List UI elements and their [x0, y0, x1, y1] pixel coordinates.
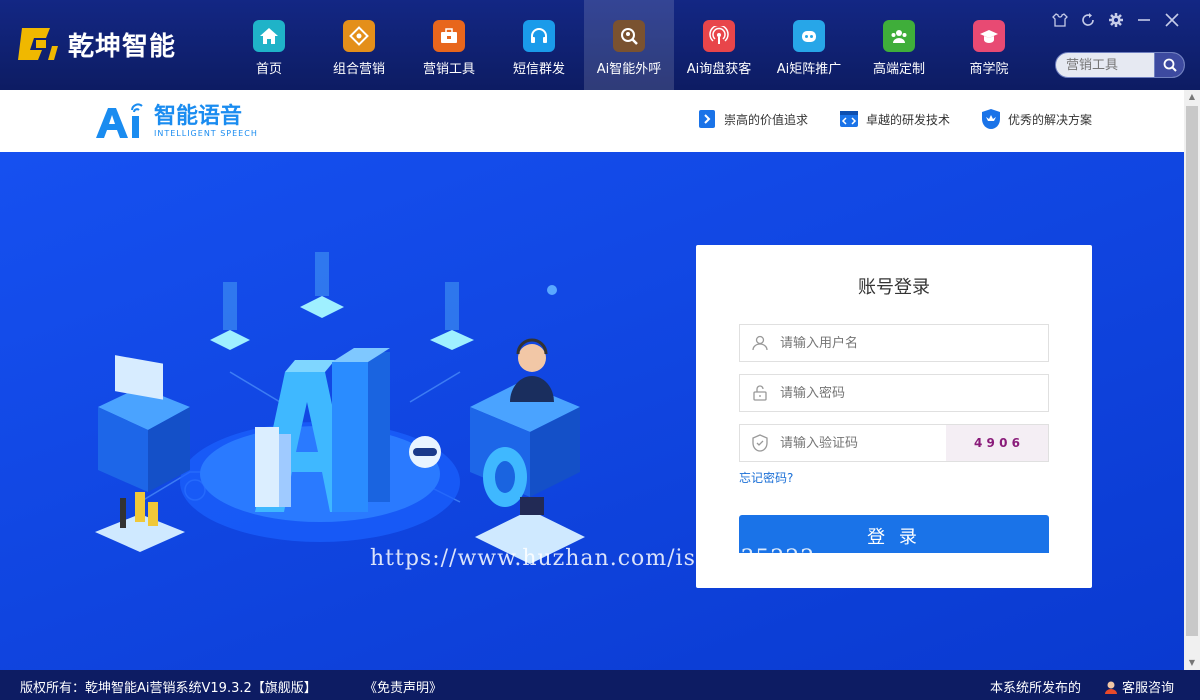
login-title: 账号登录: [858, 277, 930, 298]
status-bar: 版权所有：乾坤智能Ai营销系统V19.3.2【旗舰版】 《免责声明》 本系统所发…: [0, 670, 1200, 700]
feature-label: 卓越的研发技术: [865, 112, 950, 127]
ai-illustration: [95, 252, 585, 564]
feature-item: 崇高的价值追求: [696, 108, 808, 130]
nav-home[interactable]: 首页: [224, 0, 314, 90]
skin-icon[interactable]: [1052, 12, 1068, 28]
sub-header: 智能语音 INTELLIGENT SPEECH 崇高的价值追求 卓越的研发技术 …: [0, 90, 1184, 152]
shield-check-icon: [740, 434, 780, 452]
disclaimer-link[interactable]: 《免责声明》: [364, 677, 442, 696]
nav-label: Ai矩阵推广: [776, 62, 842, 77]
nav-label: 营销工具: [422, 62, 475, 77]
nav-label: Ai询盘获客: [686, 62, 752, 77]
ai-logo-icon: [96, 103, 143, 138]
login-panel: 账号登录 4 9 0 6 忘记密码? 登: [696, 245, 1092, 588]
logo-mark-icon: [16, 24, 60, 64]
service-avatar-icon: [1105, 681, 1117, 694]
feature-label: 优秀的解决方案: [1007, 112, 1092, 127]
username-field: [739, 324, 1049, 362]
nav-label: 短信群发: [512, 62, 565, 77]
settings-gear-icon[interactable]: [1108, 12, 1124, 28]
nav-label: 商学院: [969, 62, 1009, 77]
watermark-text: https://www.huzhan.com/ishop35222: [370, 546, 816, 571]
nav-label: 组合营销: [332, 62, 385, 77]
brand-title: 智能语音: [154, 103, 243, 129]
scroll-thumb[interactable]: [1186, 106, 1198, 636]
robot-icon: [793, 20, 825, 52]
app-window: 乾坤智能 首页 组合营销 营销工具 短信群发 Ai智能外呼 Ai询盘获客 Ai矩…: [0, 0, 1200, 700]
search-icon: [1163, 58, 1177, 72]
feature-label: 崇高的价值追求: [723, 112, 808, 127]
copyright-text: 版权所有：乾坤智能Ai营销系统V19.3.2【旗舰版】: [20, 681, 317, 696]
nav-label: 首页: [255, 62, 282, 77]
notice-text: 本系统所发布的: [990, 681, 1082, 696]
password-input[interactable]: [780, 385, 980, 401]
user-icon: [740, 334, 780, 352]
group-icon: [883, 20, 915, 52]
feature-item: 优秀的解决方案: [980, 108, 1092, 130]
scrollbar[interactable]: ▲ ▼: [1184, 90, 1200, 670]
nav-sms[interactable]: 短信群发: [494, 0, 584, 90]
scroll-up-arrow-icon[interactable]: ▲: [1184, 90, 1200, 104]
lock-icon: [740, 384, 780, 402]
service-label: 客服咨询: [1122, 681, 1175, 696]
nav-label: 高端定制: [872, 62, 925, 77]
service-consult-button[interactable]: 客服咨询: [1104, 677, 1174, 696]
nav-label: Ai智能外呼: [596, 62, 662, 77]
top-bar: 乾坤智能 首页 组合营销 营销工具 短信群发 Ai智能外呼 Ai询盘获客 Ai矩…: [0, 0, 1200, 90]
toolbox-icon: [433, 20, 465, 52]
combo-marketing-icon: [343, 20, 375, 52]
headset-icon: [523, 20, 555, 52]
captcha-field: 4 9 0 6: [739, 424, 1049, 462]
window-controls: [1052, 12, 1180, 28]
nav-academy[interactable]: 商学院: [944, 0, 1034, 90]
username-input[interactable]: [780, 335, 980, 351]
home-icon: [253, 20, 285, 52]
brand-logo: 智能语音 INTELLIGENT SPEECH: [92, 100, 258, 142]
refresh-icon[interactable]: [1080, 12, 1096, 28]
minimize-icon[interactable]: [1136, 12, 1152, 28]
search-person-icon: [613, 20, 645, 52]
nav-marketing-tools[interactable]: 营销工具: [404, 0, 494, 90]
code-icon: [839, 111, 858, 127]
main-nav: 首页 组合营销 营销工具 短信群发 Ai智能外呼 Ai询盘获客 Ai矩阵推广 高…: [224, 0, 1034, 90]
captcha-image[interactable]: 4 9 0 6: [946, 425, 1048, 461]
nav-ai-outbound[interactable]: Ai智能外呼: [584, 0, 674, 90]
feature-list: 崇高的价值追求 卓越的研发技术 优秀的解决方案: [696, 108, 1092, 130]
arrow-doc-icon: [698, 110, 715, 128]
graduation-cap-icon: [973, 20, 1005, 52]
broadcast-icon: [703, 20, 735, 52]
feature-item: 卓越的研发技术: [838, 108, 950, 130]
password-field: [739, 374, 1049, 412]
scroll-down-arrow-icon[interactable]: ▼: [1184, 656, 1200, 670]
brand-subtitle: INTELLIGENT SPEECH: [154, 128, 258, 138]
nav-custom[interactable]: 高端定制: [854, 0, 944, 90]
search-box: [1055, 52, 1185, 78]
logo-text: 乾坤智能: [68, 31, 177, 62]
nav-ai-matrix[interactable]: Ai矩阵推广: [764, 0, 854, 90]
logo: 乾坤智能: [16, 24, 176, 64]
search-button[interactable]: [1154, 53, 1184, 77]
close-icon[interactable]: [1164, 12, 1180, 28]
forgot-password-link[interactable]: 忘记密码?: [739, 469, 793, 486]
main-banner: 账号登录 4 9 0 6 忘记密码? 登: [0, 152, 1184, 670]
crown-shield-icon: [981, 109, 1000, 129]
search-input[interactable]: [1056, 53, 1154, 77]
nav-combo-marketing[interactable]: 组合营销: [314, 0, 404, 90]
nav-ai-inquiry[interactable]: Ai询盘获客: [674, 0, 764, 90]
